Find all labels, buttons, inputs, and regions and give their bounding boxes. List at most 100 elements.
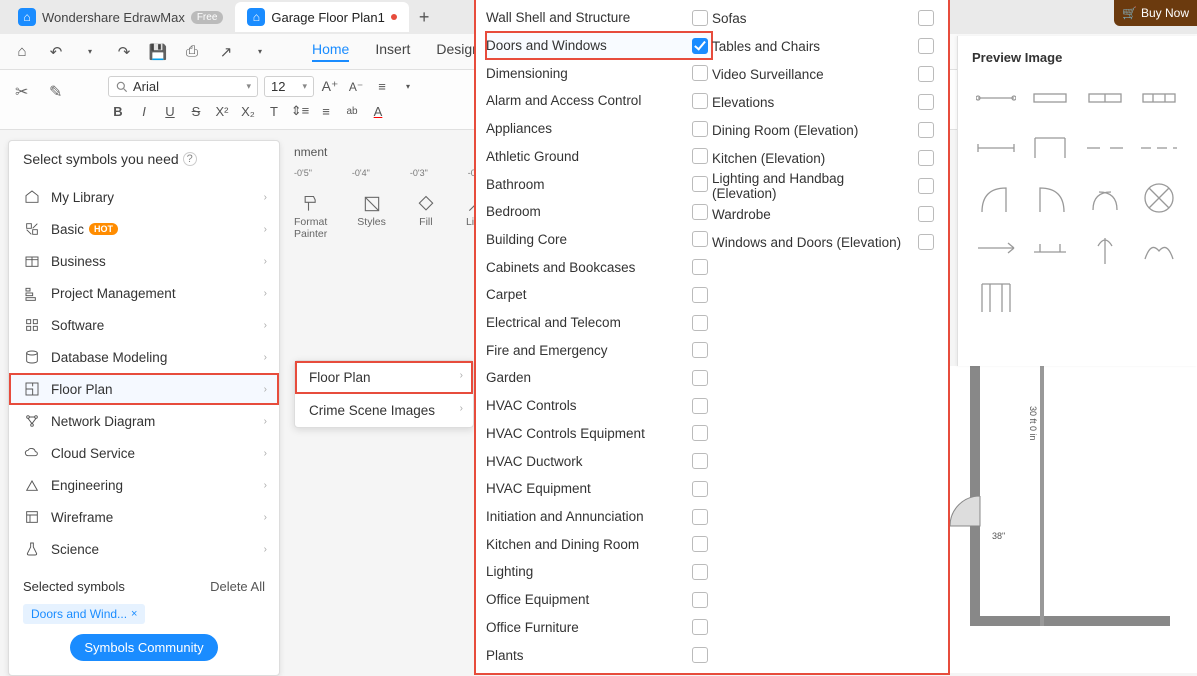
category-basic[interactable]: BasicHOT› [9, 213, 279, 245]
checkbox-icon[interactable] [692, 564, 708, 580]
text-icon[interactable]: T [264, 101, 284, 121]
symbol-thumb[interactable] [972, 77, 1020, 119]
print-icon[interactable]: ⎙ [180, 40, 204, 64]
cat-hvac-equipment[interactable]: HVAC Controls Equipment [486, 420, 712, 448]
cat-tables-chairs[interactable]: Tables and Chairs [712, 32, 938, 60]
cat-dining-elev[interactable]: Dining Room (Elevation) [712, 116, 938, 144]
checkbox-icon[interactable] [692, 93, 708, 109]
category-software[interactable]: Software› [9, 309, 279, 341]
cat-hvac-ductwork[interactable]: HVAC Ductwork [486, 447, 712, 475]
cat-windows-elev[interactable]: Windows and Doors (Elevation) [712, 228, 938, 256]
cat-wall-shell[interactable]: Wall Shell and Structure [486, 4, 712, 32]
category-db-modeling[interactable]: Database Modeling› [9, 341, 279, 373]
checkbox-icon[interactable] [692, 619, 708, 635]
category-wireframe[interactable]: Wireframe› [9, 501, 279, 533]
symbol-thumb[interactable] [1026, 77, 1074, 119]
menu-design[interactable]: Design [436, 41, 480, 62]
symbol-thumb[interactable] [1135, 77, 1183, 119]
checkbox-icon[interactable] [692, 647, 708, 663]
cat-elevations[interactable]: Elevations [712, 88, 938, 116]
cat-video-surv[interactable]: Video Surveillance [712, 60, 938, 88]
checkbox-icon[interactable] [692, 453, 708, 469]
undo-dropdown-icon[interactable]: ▾ [78, 40, 102, 64]
list-icon[interactable]: ≡ [316, 101, 336, 121]
strikethrough-icon[interactable]: S [186, 101, 206, 121]
checkbox-icon[interactable] [692, 38, 708, 54]
checkbox-icon[interactable] [692, 204, 708, 220]
checkbox-icon[interactable] [692, 342, 708, 358]
symbols-community-button[interactable]: Symbols Community [70, 634, 217, 661]
chevron-down-icon[interactable]: ▾ [398, 77, 418, 97]
checkbox-icon[interactable] [692, 398, 708, 414]
cat-wardrobe[interactable]: Wardrobe [712, 200, 938, 228]
cat-office-equip[interactable]: Office Equipment [486, 586, 712, 614]
cat-plants[interactable]: Plants [486, 641, 712, 669]
cat-lighting-elev[interactable]: Lighting and Handbag (Elevation) [712, 172, 938, 200]
cat-hvac-eq[interactable]: HVAC Equipment [486, 475, 712, 503]
abc-icon[interactable]: ab [342, 101, 362, 121]
tab-garage-plan[interactable]: ⌂ Garage Floor Plan1 [235, 2, 408, 32]
symbol-thumb[interactable] [1081, 77, 1129, 119]
checkbox-icon[interactable] [692, 536, 708, 552]
checkbox-icon[interactable] [692, 315, 708, 331]
redo-icon[interactable]: ↷ [112, 40, 136, 64]
delete-all-button[interactable]: Delete All [210, 579, 265, 594]
cut-icon[interactable]: ✂ [15, 82, 33, 102]
paint-icon[interactable]: ✎ [49, 82, 67, 102]
category-business[interactable]: Business› [9, 245, 279, 277]
export-icon[interactable]: ↗ [214, 40, 238, 64]
checkbox-icon[interactable] [918, 66, 934, 82]
symbol-thumb[interactable] [1135, 227, 1183, 269]
cat-cabinets[interactable]: Cabinets and Bookcases [486, 253, 712, 281]
symbol-thumb[interactable] [972, 177, 1020, 219]
cat-bathroom[interactable]: Bathroom [486, 170, 712, 198]
symbol-thumb[interactable] [972, 277, 1020, 319]
menu-insert[interactable]: Insert [375, 41, 410, 62]
checkbox-icon[interactable] [692, 287, 708, 303]
category-project-mgmt[interactable]: Project Management› [9, 277, 279, 309]
menu-home[interactable]: Home [312, 41, 349, 62]
cat-sofas[interactable]: Sofas [712, 4, 938, 32]
category-cloud[interactable]: Cloud Service› [9, 437, 279, 469]
checkbox-icon[interactable] [692, 259, 708, 275]
submenu-crime-scene[interactable]: Crime Scene Images › [295, 394, 473, 427]
cat-garden[interactable]: Garden [486, 364, 712, 392]
category-my-library[interactable]: My Library› [9, 181, 279, 213]
checkbox-icon[interactable] [918, 206, 934, 222]
tab-edrawmax[interactable]: ⌂ Wondershare EdrawMax Free [6, 2, 235, 32]
cat-fire[interactable]: Fire and Emergency [486, 336, 712, 364]
font-color-icon[interactable]: A [368, 101, 388, 121]
cat-hvac-controls[interactable]: HVAC Controls [486, 392, 712, 420]
styles-tool[interactable]: Styles [357, 194, 386, 240]
font-select[interactable]: Arial ▾ [108, 76, 258, 97]
cat-doors-windows[interactable]: Doors and Windows [486, 32, 712, 60]
save-icon[interactable]: 💾 [146, 40, 170, 64]
undo-icon[interactable]: ↶ [44, 40, 68, 64]
new-tab-button[interactable]: + [419, 7, 430, 28]
checkbox-icon[interactable] [918, 234, 934, 250]
chip-close-icon[interactable]: × [131, 608, 137, 620]
bold-icon[interactable]: B [108, 101, 128, 121]
cat-bedroom[interactable]: Bedroom [486, 198, 712, 226]
category-network[interactable]: Network Diagram› [9, 405, 279, 437]
cat-athletic[interactable]: Athletic Ground [486, 143, 712, 171]
superscript-icon[interactable]: X² [212, 101, 232, 121]
cat-building-core[interactable]: Building Core [486, 226, 712, 254]
checkbox-icon[interactable] [692, 425, 708, 441]
cat-dimensioning[interactable]: Dimensioning [486, 59, 712, 87]
cat-electrical[interactable]: Electrical and Telecom [486, 309, 712, 337]
format-painter-tool[interactable]: Format Painter [294, 194, 327, 240]
symbol-thumb[interactable] [1026, 177, 1074, 219]
italic-icon[interactable]: I [134, 101, 154, 121]
fill-tool[interactable]: Fill [416, 194, 436, 240]
buy-now-button[interactable]: 🛒 Buy Now [1114, 0, 1197, 26]
symbol-thumb[interactable] [1081, 177, 1129, 219]
checkbox-icon[interactable] [692, 176, 708, 192]
checkbox-icon[interactable] [692, 121, 708, 137]
underline-icon[interactable]: U [160, 101, 180, 121]
checkbox-icon[interactable] [692, 592, 708, 608]
cat-kitchen-elev[interactable]: Kitchen (Elevation) [712, 144, 938, 172]
canvas-area[interactable]: 30 ft 0 in 38" [950, 366, 1197, 673]
cat-kitchen-dining[interactable]: Kitchen and Dining Room [486, 530, 712, 558]
symbol-thumb[interactable] [1135, 127, 1183, 169]
